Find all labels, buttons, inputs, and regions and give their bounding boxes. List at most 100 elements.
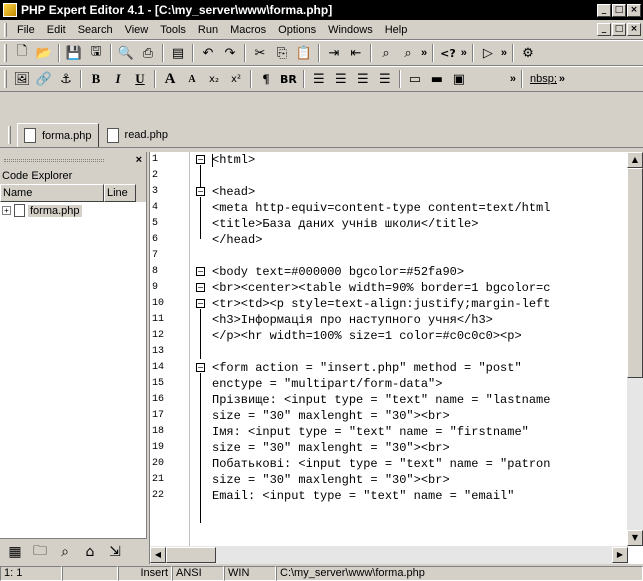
line-break-button[interactable]: BR (277, 68, 300, 90)
horizontal-rule-icon[interactable]: ▬ (426, 68, 448, 90)
find-icon[interactable]: ⌕ (375, 42, 397, 64)
tree-item[interactable]: + forma.php (0, 202, 146, 219)
maximize-button[interactable]: □ (612, 3, 626, 17)
underline-button[interactable]: U (129, 68, 151, 90)
line-number: 14 (152, 362, 165, 373)
scroll-down-icon[interactable]: ▼ (627, 530, 643, 546)
line-number: 21 (152, 474, 165, 485)
toolbar-grip[interactable] (4, 70, 7, 88)
code-line: </head> (212, 233, 263, 247)
horizontal-scroll-thumb[interactable] (166, 547, 216, 563)
doc-maximize-button[interactable]: □ (612, 23, 626, 36)
toolbar-grip[interactable] (4, 44, 7, 62)
column-name[interactable]: Name (0, 184, 104, 202)
outdent-icon[interactable]: ⇤ (345, 42, 367, 64)
open-file-icon[interactable]: 📂 (33, 42, 55, 64)
explorer-tools-icon[interactable]: ⌂ (79, 541, 101, 563)
toolbar-more-icon[interactable]: » (461, 47, 467, 59)
run-icon[interactable]: ▷ (477, 42, 499, 64)
print-icon[interactable]: ⎙ (137, 42, 159, 64)
paragraph-button[interactable]: ¶ (255, 68, 277, 90)
superscript-button[interactable]: x² (225, 68, 247, 90)
fold-collapse-icon[interactable]: − (196, 187, 205, 196)
fold-collapse-icon[interactable]: − (196, 267, 205, 276)
doc-close-button[interactable]: × (627, 23, 641, 36)
align-center-icon[interactable]: ☰ (330, 68, 352, 90)
vertical-scroll-thumb[interactable] (627, 168, 643, 378)
code-editor[interactable]: 1 2 3 4 5 6 7 8 9 10 11 12 13 14 15 16 1… (149, 152, 643, 564)
explorer-tree-icon[interactable]: ▦ (4, 541, 26, 563)
expand-icon[interactable]: + (2, 206, 11, 215)
fold-collapse-icon[interactable]: − (196, 299, 205, 308)
menu-tools[interactable]: Tools (154, 24, 192, 36)
menu-file[interactable]: File (11, 24, 41, 36)
scroll-right-icon[interactable]: ▶ (612, 547, 628, 563)
image-icon[interactable]: 🖼 (11, 68, 33, 90)
menu-edit[interactable]: Edit (41, 24, 72, 36)
toolbar-more-icon[interactable]: » (501, 47, 507, 59)
menu-search[interactable]: Search (72, 24, 119, 36)
tab-read-php[interactable]: read.php (101, 123, 174, 147)
menu-options[interactable]: Options (272, 24, 322, 36)
print-preview-icon[interactable]: 🔍 (115, 42, 137, 64)
status-bar: 1: 1 Insert ANSI WIN C:\my_server\www\fo… (0, 566, 643, 581)
compare-icon[interactable]: ▤ (167, 42, 189, 64)
paste-icon[interactable]: 📋 (293, 42, 315, 64)
font-smaller-button[interactable]: A (181, 68, 203, 90)
anchor-icon[interactable]: ⚓ (55, 68, 77, 90)
replace-icon[interactable]: ⌕ (397, 42, 419, 64)
cut-icon[interactable]: ✂ (249, 42, 271, 64)
subscript-button[interactable]: x₂ (203, 68, 225, 90)
copy-icon[interactable]: ⎘ (271, 42, 293, 64)
explorer-grip[interactable] (4, 158, 104, 162)
undo-icon[interactable]: ↶ (197, 42, 219, 64)
fold-collapse-icon[interactable]: − (196, 155, 205, 164)
nbsp-button[interactable]: nbsp; (530, 73, 557, 85)
align-justify-icon[interactable]: ☰ (374, 68, 396, 90)
minimize-button[interactable]: _ (597, 3, 611, 17)
menu-help[interactable]: Help (379, 24, 414, 36)
code-line: <tr><td><p style=text-align:justify;marg… (212, 297, 551, 311)
link-icon[interactable]: 🔗 (33, 68, 55, 90)
explorer-search-icon[interactable]: ⌕ (54, 541, 76, 563)
fold-collapse-icon[interactable]: − (196, 363, 205, 372)
code-line: enctype = "multipart/form-data"> (212, 377, 443, 391)
explorer-export-icon[interactable]: ⇲ (104, 541, 126, 563)
toolbar-more-icon[interactable]: » (421, 47, 427, 59)
save-all-icon[interactable]: 🖫 (85, 42, 107, 64)
form-icon[interactable]: ▣ (448, 68, 470, 90)
close-button[interactable]: × (627, 3, 641, 17)
menu-view[interactable]: View (119, 24, 155, 36)
font-larger-button[interactable]: A (159, 68, 181, 90)
vertical-scrollbar[interactable]: ▲ ▼ (627, 152, 643, 546)
italic-button[interactable]: I (107, 68, 129, 90)
debug-icon[interactable]: ⚙ (517, 42, 539, 64)
menu-windows[interactable]: Windows (322, 24, 379, 36)
align-right-icon[interactable]: ☰ (352, 68, 374, 90)
horizontal-scrollbar[interactable]: ◀ ▶ (150, 546, 628, 564)
column-line[interactable]: Line (104, 184, 136, 202)
explorer-files-icon[interactable]: 🗀 (29, 541, 51, 563)
table-icon[interactable]: ▭ (404, 68, 426, 90)
tabs-grip[interactable] (8, 126, 11, 144)
explorer-close-icon[interactable]: × (136, 154, 142, 166)
menu-grip[interactable] (4, 22, 7, 37)
code-line: Прізвище: <input type = "text" name = "l… (212, 393, 551, 407)
scroll-up-icon[interactable]: ▲ (627, 152, 643, 168)
save-icon[interactable]: 💾 (63, 42, 85, 64)
bold-button[interactable]: B (85, 68, 107, 90)
toolbar-more-icon[interactable]: » (559, 73, 565, 85)
php-tag-button[interactable]: <? (437, 42, 459, 64)
indent-icon[interactable]: ⇥ (323, 42, 345, 64)
doc-minimize-button[interactable]: _ (597, 23, 611, 36)
toolbar-more-icon[interactable]: » (510, 73, 516, 85)
align-left-icon[interactable]: ☰ (308, 68, 330, 90)
menu-macros[interactable]: Macros (224, 24, 272, 36)
scroll-left-icon[interactable]: ◀ (150, 547, 166, 563)
menu-run[interactable]: Run (192, 24, 224, 36)
new-file-icon[interactable]: 🗋 (11, 42, 33, 64)
fold-collapse-icon[interactable]: − (196, 283, 205, 292)
tab-forma-php[interactable]: forma.php (17, 123, 99, 147)
redo-icon[interactable]: ↷ (219, 42, 241, 64)
code-area[interactable]: <html> <head> <meta http-equiv=content-t… (212, 152, 628, 546)
